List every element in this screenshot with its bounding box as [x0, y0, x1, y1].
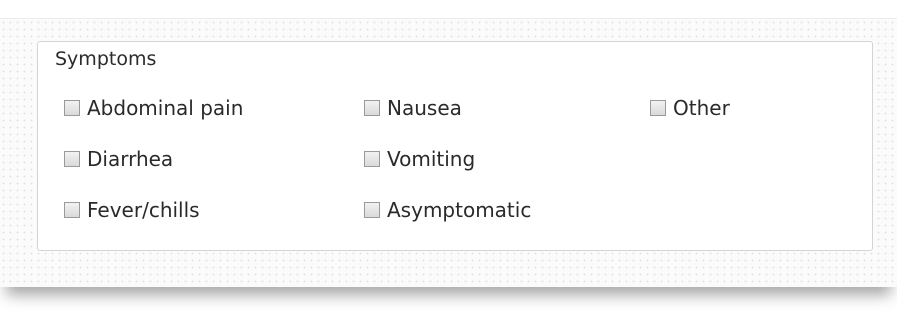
- checkbox-other[interactable]: Other: [650, 93, 730, 123]
- checkbox-box[interactable]: [64, 151, 80, 167]
- checkbox-label: Asymptomatic: [387, 198, 532, 222]
- checkbox-label: Diarrhea: [87, 147, 174, 171]
- checkbox-box[interactable]: [364, 202, 380, 218]
- screenshot-stage: Symptoms Abdominal pain Nausea Other Dia…: [0, 0, 897, 311]
- checkbox-box[interactable]: [364, 151, 380, 167]
- checkbox-nausea[interactable]: Nausea: [364, 93, 462, 123]
- checkbox-diarrhea[interactable]: Diarrhea: [64, 144, 173, 174]
- checkbox-fever-chills[interactable]: Fever/chills: [64, 195, 200, 225]
- checkbox-box[interactable]: [650, 100, 666, 116]
- checkbox-label: Other: [673, 96, 730, 120]
- checkbox-abdominal-pain[interactable]: Abdominal pain: [64, 93, 243, 123]
- checkbox-box[interactable]: [64, 100, 80, 116]
- checkbox-vomiting[interactable]: Vomiting: [364, 144, 475, 174]
- checkbox-label: Abdominal pain: [87, 96, 244, 120]
- checkbox-asymptomatic[interactable]: Asymptomatic: [364, 195, 531, 225]
- symptoms-legend: Symptoms: [49, 46, 163, 72]
- checkbox-label: Nausea: [387, 96, 462, 120]
- checkbox-label: Vomiting: [387, 147, 476, 171]
- checkbox-box[interactable]: [364, 100, 380, 116]
- checkbox-box[interactable]: [64, 202, 80, 218]
- checkbox-label: Fever/chills: [87, 198, 200, 222]
